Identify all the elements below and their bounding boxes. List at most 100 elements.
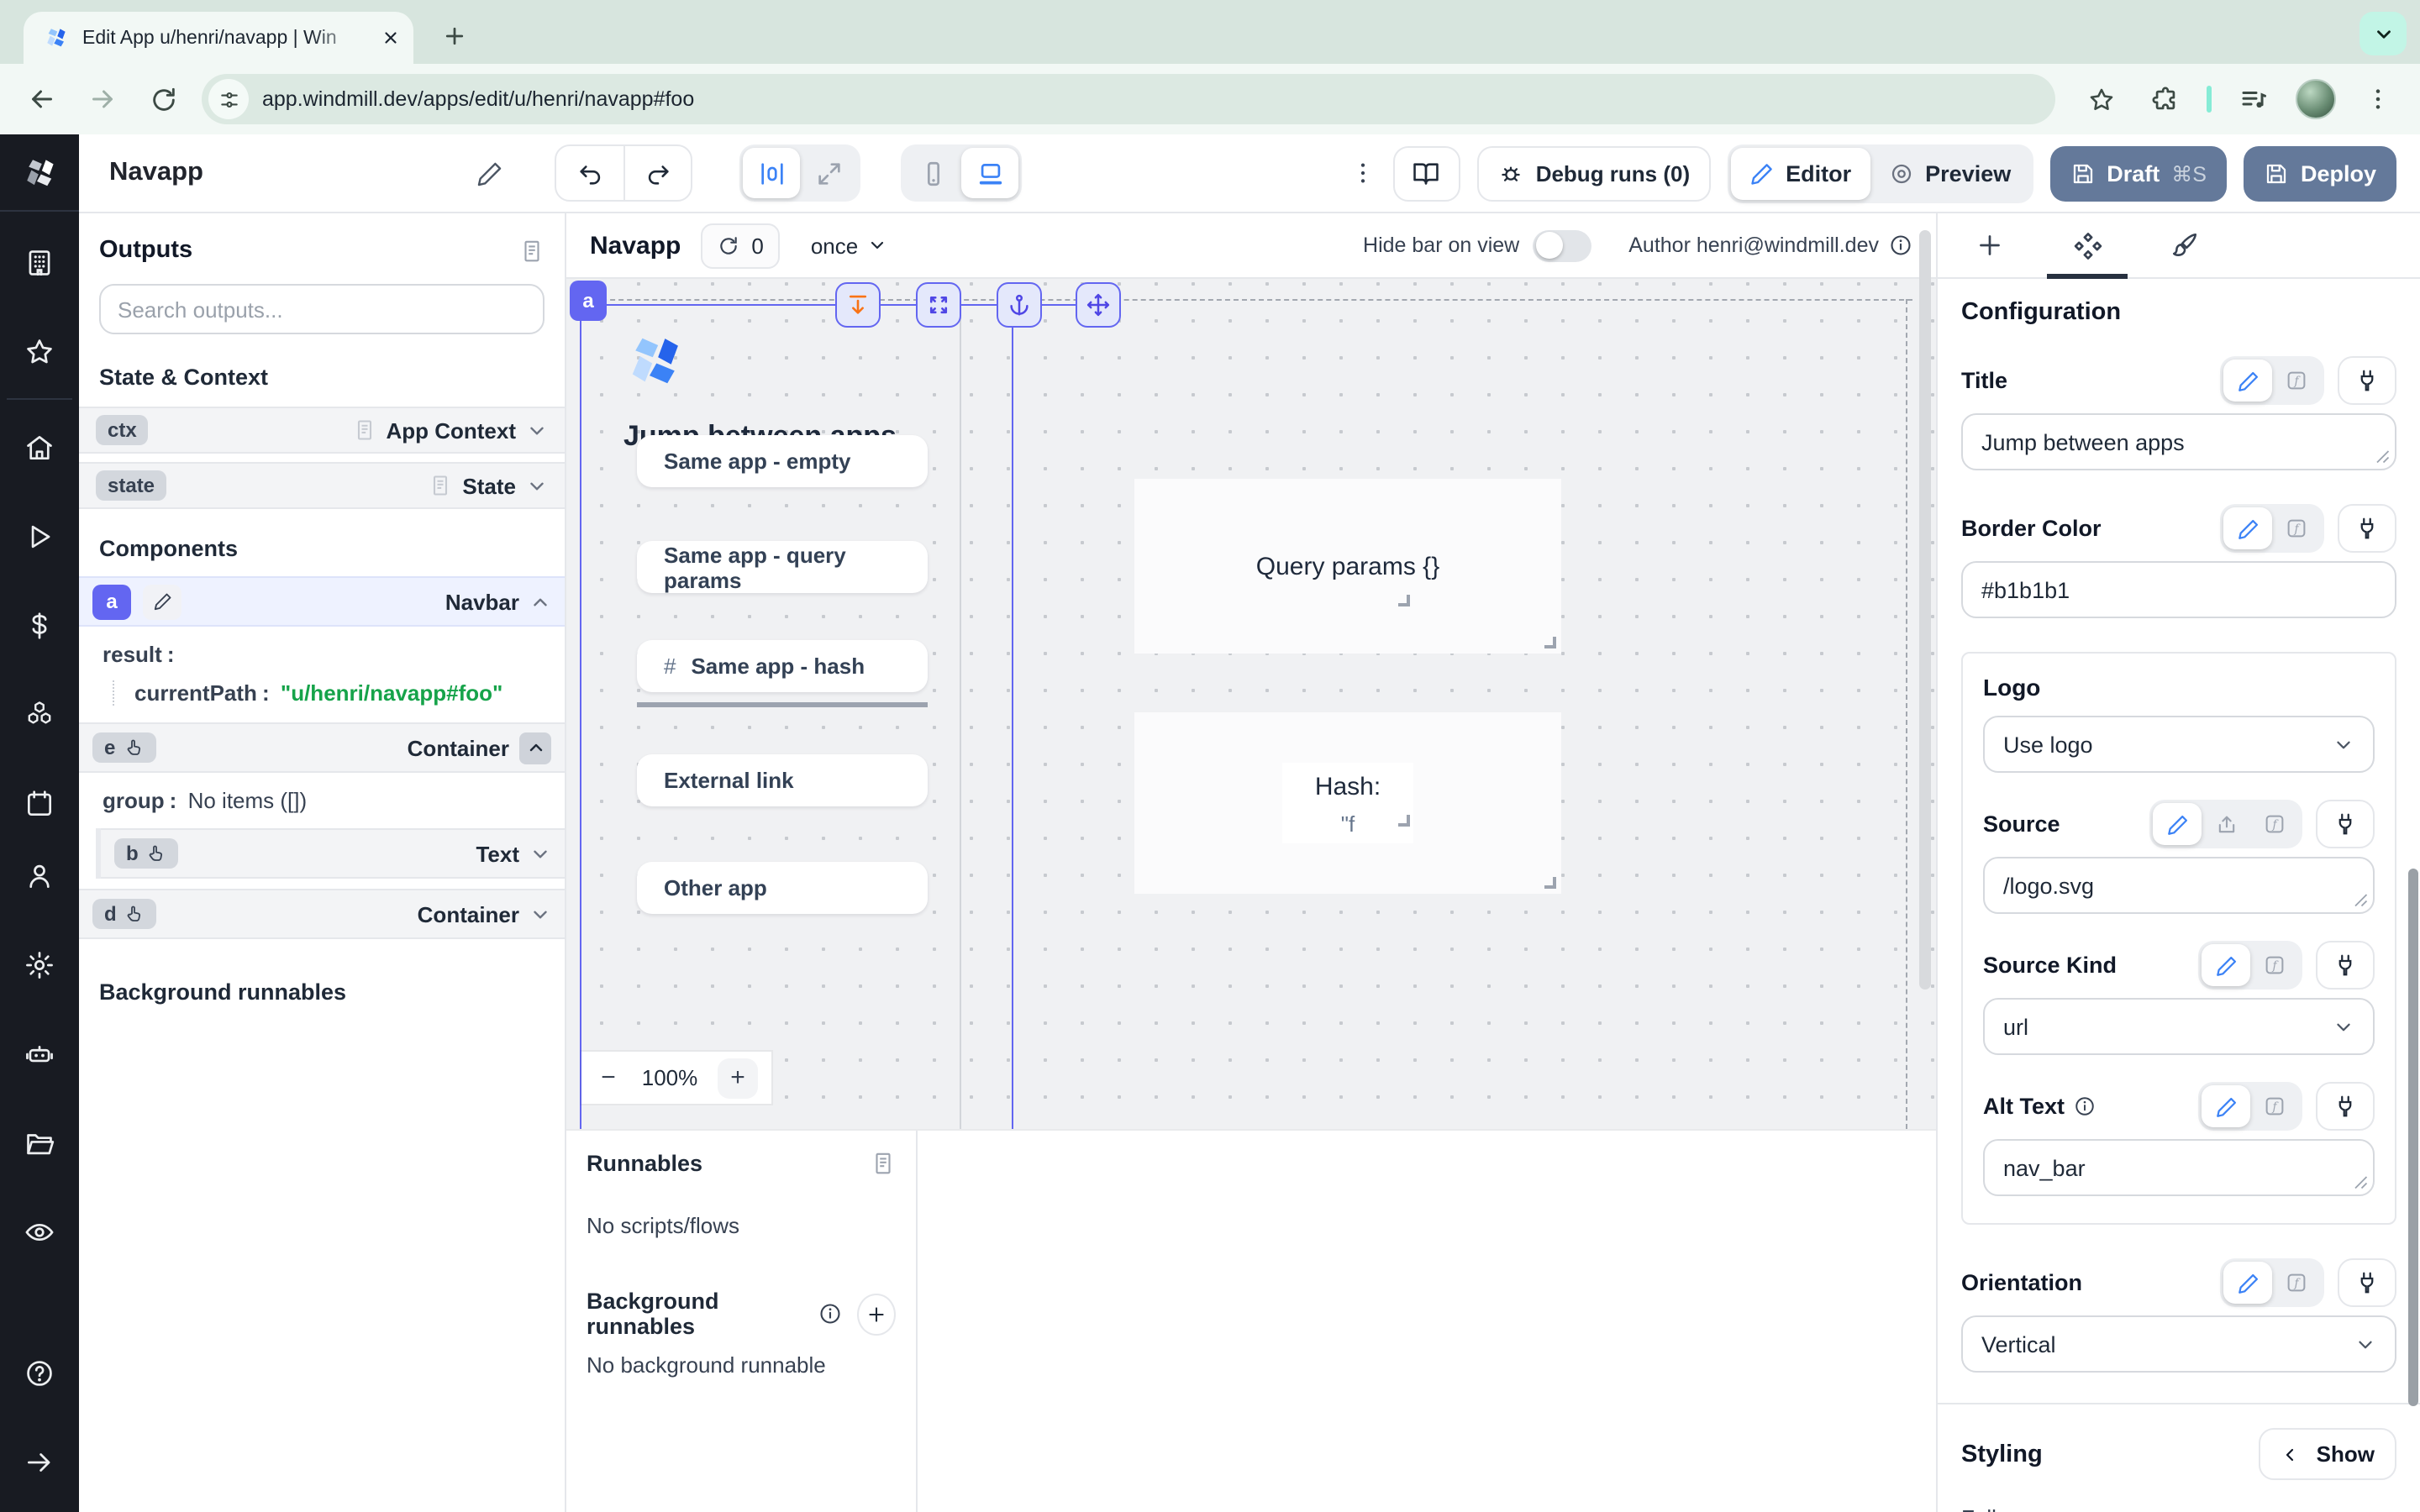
profile-avatar[interactable] (2296, 79, 2336, 119)
centered-layout-button[interactable] (743, 148, 800, 198)
orientation-static-button[interactable] (2223, 1262, 2272, 1304)
source-kind-connect-plug-button[interactable] (2316, 941, 2375, 990)
query-params-panel[interactable]: Query params {} (1134, 479, 1561, 654)
folders-icon[interactable] (14, 1112, 65, 1173)
alt-text-info-icon[interactable] (2073, 1095, 2095, 1117)
collapse-arrow-icon[interactable] (14, 1431, 65, 1492)
new-tab-button[interactable] (434, 15, 474, 55)
runnables-doc-icon[interactable] (871, 1151, 896, 1176)
zoom-out-button[interactable]: − (595, 1063, 622, 1092)
border-color-static-button[interactable] (2223, 507, 2272, 549)
component-e-row[interactable]: e Container (79, 722, 565, 773)
variables-dollar-icon[interactable] (14, 595, 65, 655)
nav-item-same-app-hash[interactable]: # Same app - hash (637, 640, 928, 692)
nav-item-other-app[interactable]: Other app (637, 862, 928, 914)
anchor-handle[interactable] (997, 282, 1042, 328)
source-static-button[interactable] (2153, 803, 2202, 845)
preview-tab[interactable]: Preview (1870, 147, 2029, 199)
hash-panel[interactable]: Hash: "f (1134, 712, 1561, 894)
component-a-pencil-icon[interactable] (143, 584, 182, 619)
fill-height-handle[interactable] (835, 282, 881, 328)
windmill-logo[interactable] (0, 134, 79, 212)
styling-brush-tab[interactable] (2136, 213, 2233, 277)
orientation-select[interactable]: Vertical (1961, 1315, 2396, 1373)
component-a-row[interactable]: a Navbar (79, 576, 565, 627)
redo-button[interactable] (623, 146, 691, 200)
move-handle[interactable] (1076, 282, 1121, 328)
browser-tab[interactable]: Edit App u/henri/navapp | Win (24, 12, 413, 64)
resize-grip-icon[interactable] (2353, 1174, 2368, 1189)
resize-corner-icon[interactable] (1544, 637, 1556, 648)
component-b-expand-icon[interactable] (529, 843, 551, 864)
debug-runs-button[interactable]: Debug runs (0) (1477, 145, 1710, 201)
border-color-connect-plug-button[interactable] (2338, 504, 2396, 553)
resize-grip-icon[interactable] (2353, 892, 2368, 907)
orientation-fx-button[interactable]: f (2272, 1262, 2321, 1304)
deploy-button[interactable]: Deploy (2244, 145, 2396, 201)
canvas-scrollbar[interactable] (1919, 230, 1931, 990)
component-b-row[interactable]: b Text (101, 828, 565, 879)
source-input[interactable]: /logo.svg (1983, 857, 2375, 914)
background-info-icon[interactable] (819, 1302, 843, 1326)
workers-robot-icon[interactable] (14, 1023, 65, 1084)
url-bar[interactable]: app.windmill.dev/apps/edit/u/henri/navap… (202, 74, 2055, 124)
desktop-view-button[interactable] (961, 148, 1018, 198)
search-outputs-input[interactable] (118, 297, 526, 322)
refresh-count-button[interactable]: 0 (701, 223, 780, 268)
nav-item-same-app-empty[interactable]: Same app - empty (637, 435, 928, 487)
mobile-view-button[interactable] (904, 148, 961, 198)
editor-tab[interactable]: Editor (1730, 147, 1870, 199)
window-chevron-button[interactable] (2360, 12, 2407, 55)
add-background-runnable-button[interactable] (858, 1293, 896, 1335)
help-icon[interactable] (14, 1342, 65, 1403)
state-chevron-icon[interactable] (526, 475, 548, 496)
outputs-doc-icon[interactable] (519, 238, 544, 263)
component-d-row[interactable]: d Container (79, 889, 565, 939)
orientation-connect-plug-button[interactable] (2338, 1258, 2396, 1307)
alt-text-input[interactable]: nav_bar (1983, 1139, 2375, 1196)
settings-gear-icon[interactable] (14, 934, 65, 995)
component-e-collapse-icon[interactable] (519, 732, 551, 764)
source-kind-fx-button[interactable]: f (2250, 944, 2299, 986)
title-connect-plug-button[interactable] (2338, 356, 2396, 405)
border-color-input[interactable]: #b1b1b1 (1961, 561, 2396, 618)
undo-button[interactable] (556, 146, 623, 200)
insert-component-tab[interactable] (1941, 213, 2039, 277)
settings-components-tab[interactable] (2039, 213, 2136, 277)
schedules-calendar-icon[interactable] (14, 773, 65, 833)
state-row[interactable]: state State (79, 462, 565, 509)
extensions-icon[interactable] (2143, 77, 2186, 121)
tab-close-icon[interactable] (381, 29, 400, 47)
source-kind-static-button[interactable] (2202, 944, 2250, 986)
home-icon[interactable] (14, 417, 65, 477)
border-color-fx-button[interactable]: f (2272, 507, 2321, 549)
title-input[interactable]: Jump between apps (1961, 413, 2396, 470)
search-outputs-field[interactable] (99, 284, 544, 334)
forward-icon[interactable] (81, 77, 124, 121)
rename-pencil-icon[interactable] (476, 159, 504, 187)
resize-grip-icon[interactable] (2375, 449, 2390, 464)
author-info-icon[interactable] (1889, 234, 1912, 257)
title-fx-button[interactable]: f (2272, 360, 2321, 402)
draft-button[interactable]: Draft ⌘S (2049, 145, 2227, 201)
expand-handle[interactable] (916, 282, 961, 328)
panel-scrollbar[interactable] (2408, 869, 2418, 1406)
site-settings-icon[interactable] (208, 79, 249, 119)
source-fx-button[interactable]: f (2250, 803, 2299, 845)
nav-item-external-link[interactable]: External link (637, 754, 928, 806)
source-kind-select[interactable]: url (1983, 998, 2375, 1055)
fullwidth-layout-button[interactable] (800, 148, 857, 198)
more-menu-icon[interactable] (1349, 160, 1376, 186)
workspace-icon[interactable] (14, 232, 65, 292)
bookmark-star-icon[interactable] (2079, 77, 2123, 121)
selected-component-tag[interactable]: a (570, 281, 607, 321)
component-d-expand-icon[interactable] (529, 903, 551, 925)
favorites-star-icon[interactable] (14, 321, 65, 381)
back-icon[interactable] (20, 77, 64, 121)
zoom-in-button[interactable]: + (718, 1058, 758, 1098)
media-controls-icon[interactable] (2232, 77, 2275, 121)
ctx-row[interactable]: ctx App Context (79, 407, 565, 454)
source-connect-plug-button[interactable] (2316, 800, 2375, 848)
reload-icon[interactable] (141, 77, 185, 121)
alt-text-connect-plug-button[interactable] (2316, 1082, 2375, 1131)
